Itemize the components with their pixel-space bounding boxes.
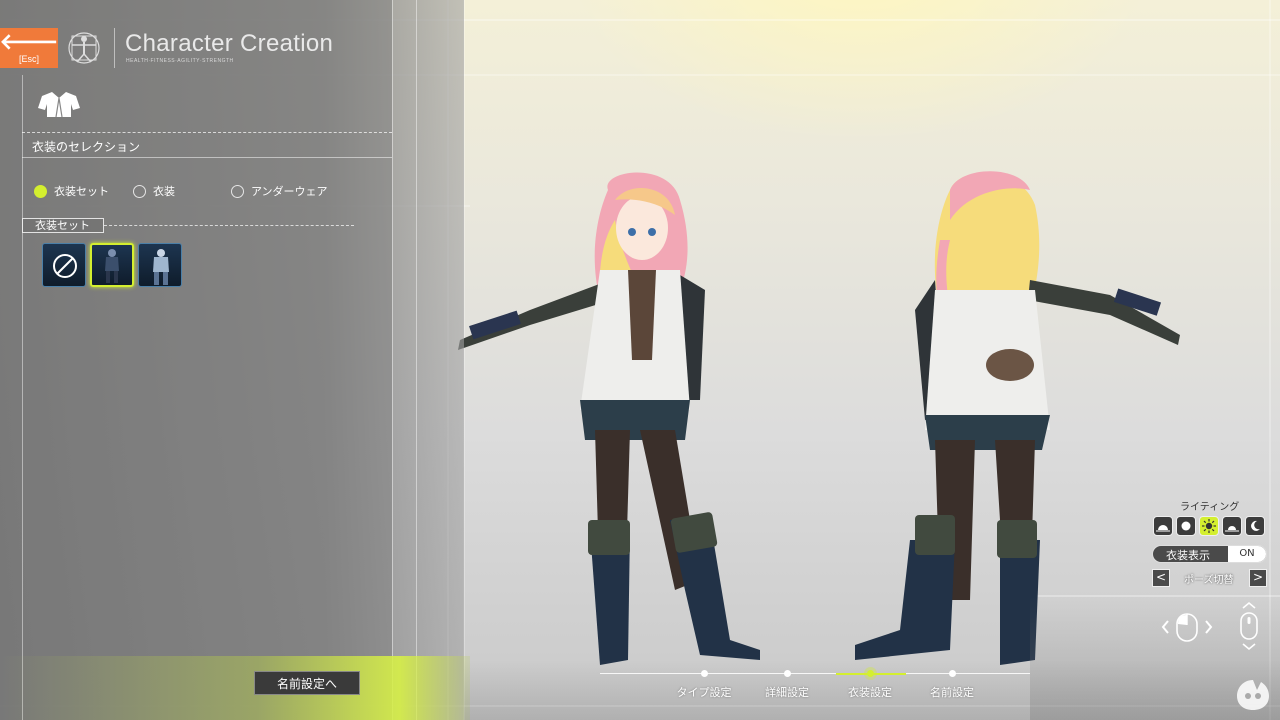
page-subtitle: HEALTH·FITNESS·AGILITY·STRENGTH <box>126 58 234 64</box>
jacket-icon <box>38 92 80 118</box>
page-title: Character Creation <box>125 30 334 57</box>
lighting-night-button[interactable] <box>1245 516 1265 536</box>
panel-divider <box>416 0 417 720</box>
costume-thumb-none[interactable] <box>42 243 86 287</box>
step-costume[interactable]: 衣装設定 <box>825 666 915 700</box>
step-type[interactable]: タイプ設定 <box>659 666 749 700</box>
back-button[interactable]: 🡐 [Esc] <box>0 28 59 68</box>
step-label: タイプ設定 <box>676 686 732 699</box>
step-dot <box>866 670 874 677</box>
step-label: 名前設定 <box>930 686 974 699</box>
toggle-label: 衣装表示 <box>1166 549 1210 562</box>
radio-label: 衣装 <box>153 185 175 198</box>
lighting-sunrise-button[interactable] <box>1153 516 1173 536</box>
character-front <box>458 172 760 665</box>
sunset-icon <box>1225 526 1239 532</box>
costume-set-header: 衣装セット <box>22 218 104 233</box>
day-icon <box>1181 521 1191 531</box>
panel-divider <box>392 0 393 720</box>
radio-underwear[interactable]: アンダーウェア <box>231 183 328 199</box>
outfit-dark-icon <box>105 249 119 283</box>
bottom-glow <box>0 656 470 720</box>
radio-costume[interactable]: 衣装 <box>133 183 175 199</box>
step-label: 衣装設定 <box>848 686 892 699</box>
radio-dot <box>231 184 244 198</box>
pose-switcher: < ポーズ切替 > <box>1152 569 1267 587</box>
mouse-rotate-hint-icon <box>1161 613 1213 642</box>
panel-divider <box>22 75 23 720</box>
radio-costume-set[interactable]: 衣装セット <box>34 183 109 199</box>
costume-thumb-outfit-light[interactable] <box>138 243 182 287</box>
step-name[interactable]: 名前設定 <box>907 666 997 700</box>
watermark-logo-icon <box>1237 680 1269 710</box>
radio-dot <box>34 184 47 198</box>
esc-key-label: [Esc] <box>18 53 39 64</box>
lighting-day-button[interactable] <box>1176 516 1196 536</box>
sunrise-icon <box>1156 525 1170 532</box>
section-divider <box>22 157 392 158</box>
mouse-zoom-hint-icon <box>1240 601 1258 651</box>
lighting-sun-button[interactable] <box>1199 516 1219 536</box>
step-detail[interactable]: 詳細設定 <box>742 666 832 700</box>
lighting-sunset-button[interactable] <box>1222 516 1242 536</box>
title-separator <box>114 28 115 68</box>
go-to-name-button[interactable]: 名前設定へ <box>254 671 360 695</box>
step-label: 詳細設定 <box>765 686 809 699</box>
radio-dot <box>133 184 146 198</box>
lighting-label: ライティング <box>1180 502 1240 513</box>
radio-label: 衣装セット <box>54 185 109 198</box>
pose-prev-button[interactable]: < <box>1152 569 1170 587</box>
moon-icon <box>1251 520 1260 531</box>
toggle-value: ON <box>1228 546 1266 562</box>
sun-icon <box>1202 519 1216 533</box>
costume-thumb-outfit-dark[interactable] <box>90 243 134 287</box>
step-dot <box>783 670 791 677</box>
costume-display-toggle[interactable]: 衣装表示 ON <box>1152 545 1267 563</box>
no-entry-icon <box>53 254 77 278</box>
radio-label: アンダーウェア <box>251 185 328 198</box>
step-dot <box>700 670 708 677</box>
section-title: 衣装のセレクション <box>32 140 141 154</box>
character-back <box>855 171 1180 665</box>
vitruvian-man-icon <box>68 32 100 64</box>
step-dot <box>948 670 956 677</box>
pose-next-button[interactable]: > <box>1249 569 1267 587</box>
section-divider <box>22 132 392 133</box>
back-arrow-icon: 🡐 <box>0 29 59 55</box>
pose-label: ポーズ切替 <box>1184 575 1234 586</box>
set-divider <box>104 225 354 226</box>
outfit-light-icon <box>153 249 169 285</box>
